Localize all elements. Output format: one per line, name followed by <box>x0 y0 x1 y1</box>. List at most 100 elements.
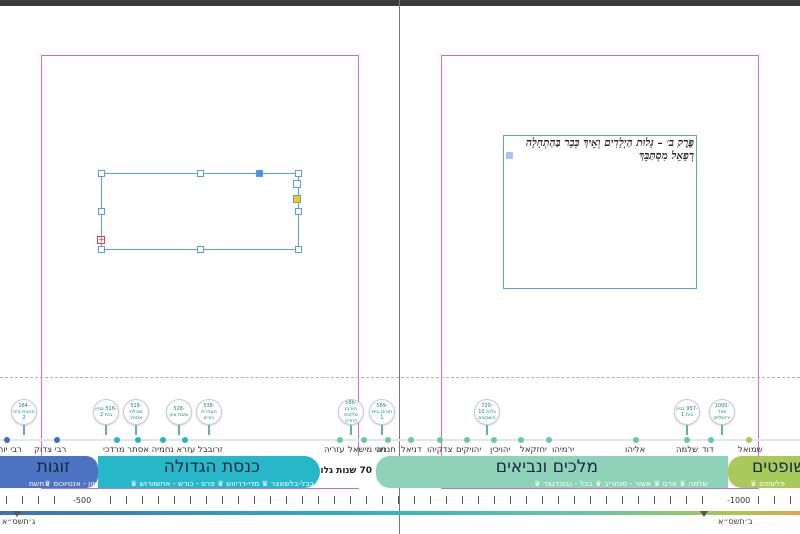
event-pin <box>23 425 25 435</box>
spread-divider <box>399 0 400 534</box>
resize-handle-bottom-left[interactable] <box>98 246 105 253</box>
timeline-dot <box>464 437 470 443</box>
exile-gap-label: 70 שנות גלות <box>320 456 376 488</box>
person-name: דוד <box>702 445 714 455</box>
timeline-dot <box>4 437 10 443</box>
era-marker <box>700 511 708 517</box>
event-label: -720 גלות 10 השבטים <box>478 403 496 421</box>
timeline-dot <box>361 437 367 443</box>
timeline-dot <box>54 437 60 443</box>
timeline-dot <box>546 437 552 443</box>
period-band-knesset: כנסת הגדולה בבל-בלשאצר ♛ מדי-דריווש ♛ פר… <box>98 456 320 488</box>
selected-empty-frame[interactable] <box>101 173 299 250</box>
top-toolbar-edge <box>0 0 800 6</box>
person-name: שלמה <box>676 445 699 455</box>
event-pin <box>686 425 688 435</box>
inport-plus-icon[interactable]: + <box>97 236 105 244</box>
reference-point-handle[interactable] <box>256 170 263 177</box>
resize-handle-top-right[interactable] <box>295 170 302 177</box>
event-bubble: -516 בניין בית 2 <box>93 399 119 425</box>
person-name: רבי יוחנן <box>0 445 22 455</box>
resize-handle-top-center[interactable] <box>197 170 204 177</box>
event-label: -518 מגילת אסתר <box>129 403 143 421</box>
person-name: יחזקאל <box>520 445 547 455</box>
event-pin <box>105 425 107 435</box>
timeline-dot <box>182 437 188 443</box>
resize-handle-bottom-right[interactable] <box>295 246 302 253</box>
era-label: ב׳תשס״א <box>718 517 753 526</box>
person-name: צדקיהו <box>427 445 453 455</box>
event-bubble: -164 חנוכת בית 2 <box>11 399 37 425</box>
person-name: רבי צדוק <box>34 445 67 455</box>
left-page-margin-guide <box>41 55 359 489</box>
person-name: יהויקים <box>456 445 482 455</box>
chapter-heading-text[interactable]: פֶּרֶק ב׳ – גָּלוּת הַיְלָדִים וְאֵיךְ כ… <box>502 136 696 164</box>
era-label: ג׳תשס״א <box>2 517 36 526</box>
person-name: אליהו <box>625 445 646 455</box>
event-label: -164 חנוכת בית 2 <box>13 403 35 421</box>
resize-handle-top-left[interactable] <box>98 170 105 177</box>
person-name: עזריה <box>324 445 345 455</box>
heading-line-2: רְפָאֵל מִסְתַּבֵּךְ <box>639 150 694 162</box>
event-pin <box>135 425 137 435</box>
ruler-label: -1000 <box>726 496 752 505</box>
event-label: -586 חורבן מלכות יהודה <box>344 400 358 424</box>
timeline-dot <box>437 437 443 443</box>
period-band-shoftim: שופטים פלשתים ♛ <box>728 456 800 488</box>
event-bubble: -518 מגילת אסתר <box>123 399 149 425</box>
event-pin <box>178 425 180 435</box>
timeline-baseline <box>0 439 800 441</box>
band-title: כנסת הגדולה <box>163 457 260 477</box>
timeline-dot <box>337 437 343 443</box>
event-pin <box>208 425 210 435</box>
event-bubble: -720 גלות 10 השבטים <box>474 399 500 425</box>
timeline-dot <box>518 437 524 443</box>
band-title: זוגות <box>36 457 70 477</box>
person-name: זרובבל עזרא נחמיה אסתר מרדכי <box>103 445 223 455</box>
timeline-dot <box>708 437 714 443</box>
era-gradient-bar <box>0 511 800 515</box>
event-label: -528 שיבת ציון <box>169 406 189 418</box>
event-label: -957 בניין בית 1 <box>676 406 698 418</box>
band-title: שופטים <box>752 457 800 477</box>
resize-handle-middle-left[interactable] <box>98 208 105 215</box>
band-title: מלכים ונביאים <box>495 457 598 477</box>
ruler-label: -500 <box>72 496 93 505</box>
person-name: ירמיהו <box>552 445 575 455</box>
person-name: דניאל <box>401 445 422 455</box>
band-subtitle: בבל-בלשאצר ♛ מדי-דריווש ♛ פרס - כורש - א… <box>130 479 314 488</box>
event-bubble: -957 בניין בית 1 <box>674 399 700 425</box>
person-name: שמואל <box>738 445 763 455</box>
period-band-melachim: מלכים ונביאים שלמה ♛ ארם ♛ אשור - סנחריב… <box>376 456 728 488</box>
document-canvas[interactable]: + פֶּרֶק ב׳ – גָּלוּת הַיְלָדִים וְאֵיךְ… <box>0 0 800 534</box>
event-pin <box>486 425 488 435</box>
band-subtitle: שלמה ♛ ארם ♛ אשור - סנחריב ♛ בבל - נבוכד… <box>533 479 708 488</box>
resize-handle-bottom-center[interactable] <box>197 246 204 253</box>
timeline-dot <box>746 437 752 443</box>
bleed-guide <box>0 377 800 378</box>
heading-text-frame[interactable]: פֶּרֶק ב׳ – גָּלוּת הַיְלָדִים וְאֵיךְ כ… <box>503 135 697 289</box>
timeline-dot <box>114 437 120 443</box>
event-bubble: -589 חורבן בית 1 <box>369 399 395 425</box>
timeline-dot <box>385 437 391 443</box>
band-title: 70 שנות גלות <box>320 466 372 476</box>
timeline-dot <box>160 437 166 443</box>
frame-in-port[interactable] <box>293 180 301 188</box>
event-label: -1000 יסוד ירושלים <box>713 403 731 421</box>
timeline-dot <box>684 437 690 443</box>
heading-line-1: פֶּרֶק ב׳ – גָּלוּת הַיְלָדִים וְאֵיךְ כ… <box>525 137 694 149</box>
frame-out-port[interactable] <box>293 195 301 203</box>
event-pin <box>381 425 383 435</box>
text-cursor-marker <box>506 152 513 159</box>
person-name: חנניה <box>376 445 396 455</box>
event-bubble: -538 הצהרת כורש <box>196 399 222 425</box>
resize-handle-middle-right[interactable] <box>295 208 302 215</box>
event-pin <box>721 425 723 435</box>
event-pin <box>350 425 352 435</box>
timeline-dot <box>491 437 497 443</box>
event-bubble: -528 שיבת ציון <box>166 399 192 425</box>
period-band-zugot: זוגות יוון - אנטיוכוס ♛חשמ <box>0 456 98 488</box>
person-name: יהויכין <box>490 445 511 455</box>
event-label: -516 בניין בית 2 <box>95 406 117 418</box>
band-subtitle: פלשתים ♛ <box>750 479 785 488</box>
